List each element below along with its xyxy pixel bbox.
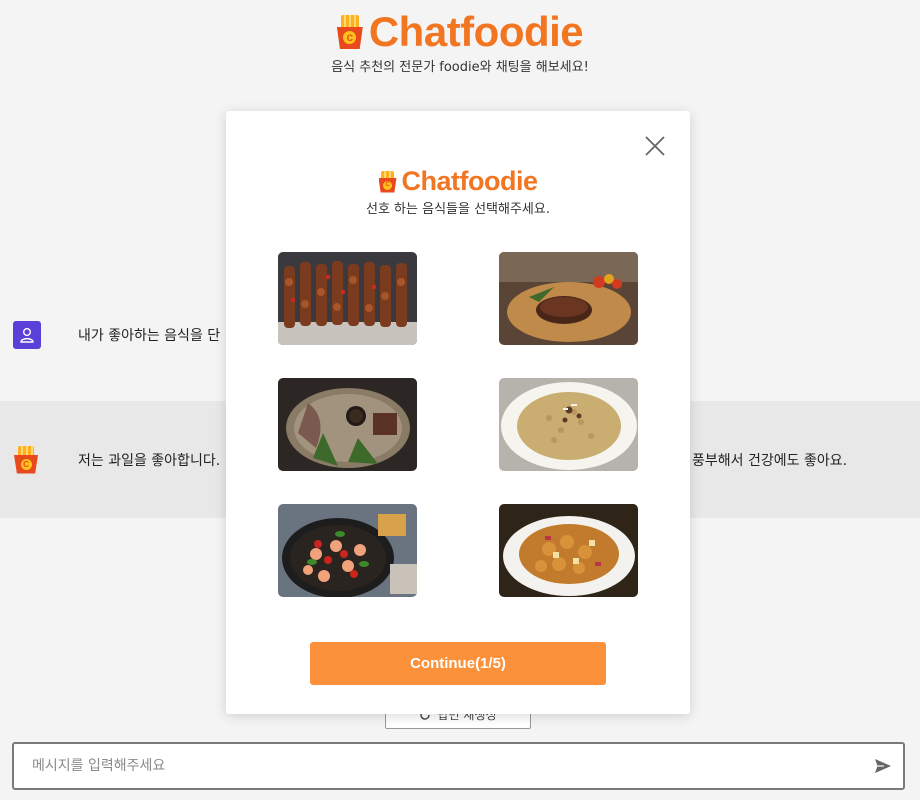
modal-subtitle: 선호 하는 음식들을 선택해주세요.: [366, 202, 550, 217]
continue-button[interactable]: Continue(1/5): [310, 642, 606, 685]
close-icon: [645, 136, 665, 156]
food-option-shrimp-skillet[interactable]: [278, 504, 417, 597]
food-option-kebab-skewers[interactable]: [278, 252, 417, 345]
food-image: [499, 252, 638, 345]
modal-title: Chatfoodie: [401, 166, 539, 196]
food-option-grilled-steak[interactable]: [499, 252, 638, 345]
food-image: [278, 504, 417, 597]
food-option-risotto[interactable]: [499, 378, 638, 471]
food-option-sweet-and-sour-pork[interactable]: [499, 504, 638, 597]
food-image: [278, 378, 417, 471]
food-image: [499, 504, 638, 597]
fries-logo-icon: C: [378, 170, 397, 193]
food-option-sliced-beef-platter[interactable]: [278, 378, 417, 471]
close-button[interactable]: [644, 135, 666, 157]
food-preference-modal: C Chatfoodie 선호 하는 음식들을 선택해주세요. Continue…: [226, 111, 690, 714]
food-grid: [278, 252, 638, 597]
food-image: [499, 378, 638, 471]
modal-brand: C Chatfoodie: [226, 166, 690, 197]
food-image: [278, 252, 417, 345]
